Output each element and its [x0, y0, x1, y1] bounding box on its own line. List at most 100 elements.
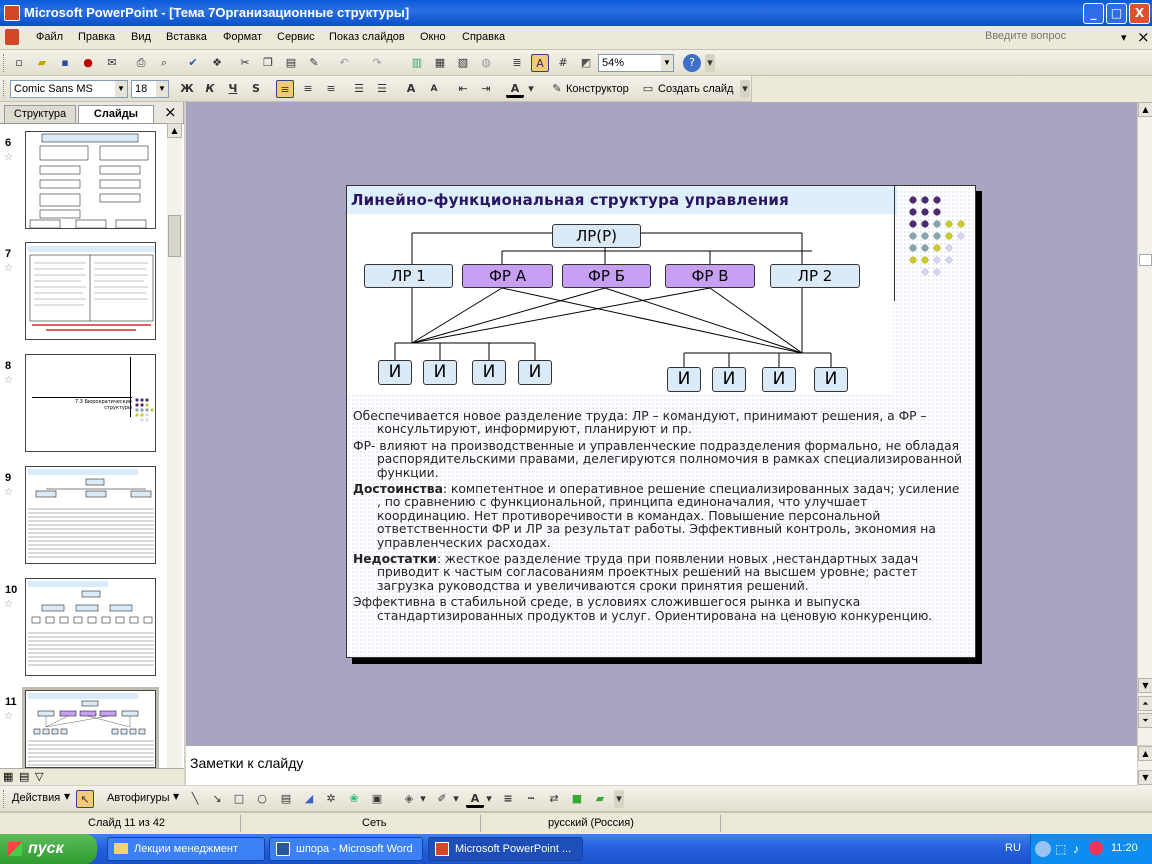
- research-icon[interactable]: ❖: [208, 54, 226, 72]
- picture-icon[interactable]: ▣: [368, 790, 386, 808]
- hyperlink-icon[interactable]: ◍: [477, 54, 495, 72]
- font-color-icon[interactable]: A: [506, 80, 524, 98]
- font-color-dropdown-icon[interactable]: ▾: [526, 80, 536, 98]
- slide-thumbnail-11[interactable]: [22, 687, 159, 771]
- numbering-icon[interactable]: ☰: [350, 80, 368, 98]
- executor-box[interactable]: И: [814, 367, 848, 392]
- maximize-button[interactable]: □: [1106, 3, 1127, 24]
- line-manager-2-box[interactable]: ЛР 2: [770, 264, 860, 288]
- slide-scrollbar[interactable]: ▲ ▼ ⏶ ⏷: [1137, 102, 1152, 745]
- menu-view[interactable]: Вид: [131, 31, 151, 43]
- close-button[interactable]: X: [1129, 3, 1150, 24]
- fill-color-icon[interactable]: ◈: [400, 790, 418, 808]
- tab-slides[interactable]: Слайды: [78, 105, 154, 123]
- panel-scrollbar[interactable]: ▲: [167, 123, 182, 768]
- insert-table-icon[interactable]: ▦: [431, 54, 449, 72]
- ask-question-input[interactable]: Введите вопрос: [985, 30, 1115, 46]
- italic-button[interactable]: К: [201, 80, 219, 98]
- executor-box[interactable]: И: [423, 360, 457, 385]
- menu-tools[interactable]: Сервис: [277, 31, 315, 43]
- clipart-icon[interactable]: ❀: [345, 790, 363, 808]
- line-color-icon[interactable]: ✐: [433, 790, 451, 808]
- line-manager-1-box[interactable]: ЛР 1: [364, 264, 453, 288]
- scroll-up-icon[interactable]: ▲: [167, 123, 182, 138]
- shadow-style-icon[interactable]: ■: [568, 790, 586, 808]
- line-color-dropdown-icon[interactable]: ▾: [451, 790, 461, 808]
- tray-collapse-icon[interactable]: [1035, 841, 1051, 857]
- drawing-font-color-dropdown-icon[interactable]: ▾: [484, 790, 494, 808]
- paste-icon[interactable]: ▤: [282, 54, 300, 72]
- autoshapes-dropdown-icon[interactable]: ▼: [173, 792, 179, 801]
- drawing-font-color-icon[interactable]: A: [466, 790, 484, 808]
- new-icon[interactable]: ▫: [10, 54, 28, 72]
- minimize-button[interactable]: _: [1083, 3, 1104, 24]
- actions-menu[interactable]: Действия: [12, 792, 60, 804]
- show-grid-icon[interactable]: #: [554, 54, 572, 72]
- start-button[interactable]: пуск: [0, 834, 97, 864]
- slide-thumbnail-9[interactable]: [25, 466, 156, 564]
- executor-box[interactable]: И: [667, 367, 701, 392]
- autoshapes-menu[interactable]: Автофигуры: [107, 792, 170, 804]
- scroll-down-icon[interactable]: ▼: [1138, 770, 1152, 785]
- underline-button[interactable]: Ч: [224, 80, 242, 98]
- show-formatting-icon[interactable]: A: [531, 54, 549, 72]
- expand-all-icon[interactable]: ≣: [508, 54, 526, 72]
- antivirus-icon[interactable]: [1089, 841, 1103, 855]
- slide-sorter-icon[interactable]: ▤: [19, 770, 29, 783]
- line-style-icon[interactable]: ≡: [499, 790, 517, 808]
- insert-chart-icon[interactable]: ▥: [408, 54, 426, 72]
- slideshow-icon[interactable]: ▽: [35, 770, 43, 783]
- notes-scrollbar[interactable]: ▲ ▼: [1137, 746, 1152, 786]
- font-dropdown-icon[interactable]: ▼: [115, 81, 127, 97]
- network-icon[interactable]: ⬚: [1055, 842, 1066, 856]
- scroll-down-icon[interactable]: ▼: [1138, 678, 1152, 693]
- scroll-up-icon[interactable]: ▲: [1138, 746, 1152, 761]
- menu-window[interactable]: Окно: [420, 31, 446, 43]
- spelling-icon[interactable]: ✔: [184, 54, 202, 72]
- toolbar-options-icon[interactable]: ▾: [705, 54, 715, 72]
- designer-button[interactable]: Конструктор: [566, 83, 629, 95]
- zoom-dropdown-icon[interactable]: ▼: [661, 55, 673, 71]
- wordart-icon[interactable]: ◢: [300, 790, 318, 808]
- color-grayscale-icon[interactable]: ◩: [577, 54, 595, 72]
- print-preview-icon[interactable]: ⌕: [155, 54, 173, 72]
- menu-edit[interactable]: Правка: [78, 31, 115, 43]
- textbox-icon[interactable]: ▤: [277, 790, 295, 808]
- decrease-indent-icon[interactable]: ⇤: [454, 80, 472, 98]
- powerpoint-app-icon[interactable]: [4, 5, 20, 21]
- shadow-button[interactable]: S: [247, 80, 265, 98]
- rectangle-icon[interactable]: □: [230, 790, 248, 808]
- tables-borders-icon[interactable]: ▧: [454, 54, 472, 72]
- align-left-icon[interactable]: ≡: [276, 80, 294, 98]
- executor-box[interactable]: И: [472, 360, 506, 385]
- menu-file[interactable]: Файл: [36, 31, 63, 43]
- undo-icon[interactable]: ↶: [335, 54, 353, 72]
- copy-icon[interactable]: ❐: [259, 54, 277, 72]
- taskbar-item-word[interactable]: шпора - Microsoft Word: [269, 837, 423, 861]
- taskbar-item-powerpoint[interactable]: Microsoft PowerPoint ...: [428, 837, 583, 861]
- slide-thumbnail-7[interactable]: [25, 242, 156, 340]
- toolbar-options-icon-2[interactable]: ▾: [740, 80, 750, 98]
- current-slide[interactable]: Линейно-функциональная структура управле…: [346, 185, 976, 658]
- scroll-thumb[interactable]: [1139, 254, 1152, 266]
- align-right-icon[interactable]: ≡: [322, 80, 340, 98]
- designer-icon[interactable]: ✎: [548, 80, 566, 98]
- align-center-icon[interactable]: ≡: [299, 80, 317, 98]
- next-slide-icon[interactable]: ⏷: [1138, 713, 1152, 728]
- font-size-select[interactable]: 18 ▼: [131, 80, 169, 98]
- slide-thumbnail-6[interactable]: [25, 131, 156, 229]
- executor-box[interactable]: И: [518, 360, 552, 385]
- permission-icon[interactable]: ●: [79, 54, 97, 72]
- arrow-icon[interactable]: ↘: [208, 790, 226, 808]
- tab-outline[interactable]: Структура: [4, 105, 76, 123]
- redo-icon[interactable]: ↷: [368, 54, 386, 72]
- normal-view-icon[interactable]: ▦: [3, 770, 13, 783]
- cut-icon[interactable]: ✂: [236, 54, 254, 72]
- dash-style-icon[interactable]: ┅: [522, 790, 540, 808]
- oval-icon[interactable]: ○: [253, 790, 271, 808]
- taskbar-item-folder[interactable]: Лекции менеджмент: [107, 837, 265, 861]
- executor-box[interactable]: И: [712, 367, 746, 392]
- 3d-style-icon[interactable]: ▰: [591, 790, 609, 808]
- decrease-font-icon[interactable]: A: [425, 80, 443, 98]
- document-icon[interactable]: [5, 29, 19, 45]
